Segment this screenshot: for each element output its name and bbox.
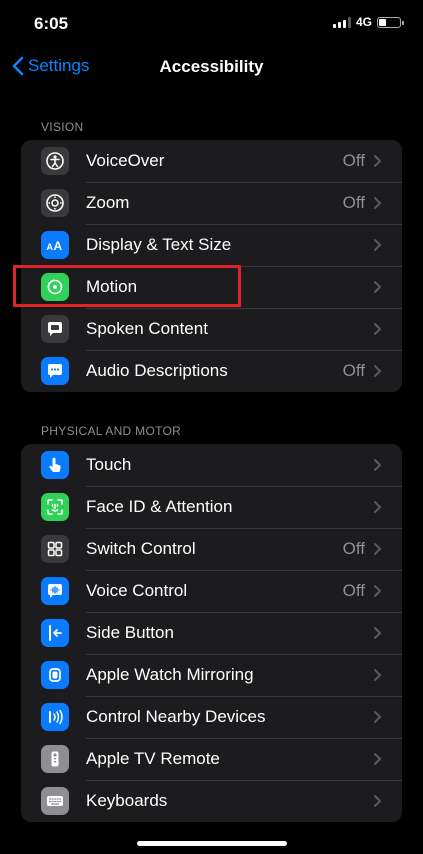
speech-bubble-icon [41,315,69,343]
highlight-box [13,265,241,307]
chevron-right-icon [374,365,381,377]
row-display-text-size[interactable]: AA Display & Text Size [21,224,402,266]
chevron-right-icon [374,627,381,639]
navigation-bar: Settings Accessibility [0,50,423,86]
row-voiceover[interactable]: VoiceOver Off [21,140,402,182]
svg-text:A: A [47,242,54,252]
row-zoom[interactable]: Zoom Off [21,182,402,224]
row-label: Zoom [86,193,130,212]
chevron-right-icon [374,155,381,167]
chevron-right-icon [374,711,381,723]
row-value: Off [342,361,365,380]
row-label: Apple TV Remote [86,749,220,768]
row-label: Keyboards [86,791,168,810]
row-value: Off [342,539,365,558]
row-label: Side Button [86,623,174,642]
row-touch[interactable]: Touch [21,444,402,486]
battery-icon [377,16,404,28]
chevron-right-icon [374,753,381,765]
row-keyboards[interactable]: Keyboards [21,780,402,822]
status-bar: 6:05 4G [0,0,423,44]
row-label: Voice Control [86,581,188,600]
face-id-icon [41,493,69,521]
status-indicators: 4G [332,15,404,29]
chevron-right-icon [374,197,381,209]
side-button-icon [41,619,69,647]
chevron-right-icon [374,281,381,293]
chevron-right-icon [374,459,381,471]
row-control-nearby-devices[interactable]: Control Nearby Devices [21,696,402,738]
physical-group: Touch Face ID & Attention Switch Control… [21,444,402,822]
row-label: Control Nearby Devices [86,707,266,726]
hand-pointer-icon [41,451,69,479]
chevron-right-icon [374,239,381,251]
chevron-right-icon [374,323,381,335]
row-spoken-content[interactable]: Spoken Content [21,308,402,350]
text-size-icon: AA [41,231,69,259]
audio-description-icon [41,357,69,385]
row-label: Display & Text Size [86,235,232,254]
row-value: Off [342,193,365,212]
remote-icon [41,745,69,773]
row-label: Apple Watch Mirroring [86,665,254,684]
network-label: 4G [355,15,372,29]
row-label: Switch Control [86,539,196,558]
row-face-id[interactable]: Face ID & Attention [21,486,402,528]
chevron-right-icon [374,543,381,555]
row-audio-descriptions[interactable]: Audio Descriptions Off [21,350,402,392]
row-label: Face ID & Attention [86,497,233,516]
nearby-devices-icon [41,703,69,731]
zoom-icon [41,189,69,217]
svg-text:A: A [54,239,63,253]
chevron-right-icon [374,669,381,681]
signal-icon [332,16,351,28]
row-switch-control[interactable]: Switch Control Off [21,528,402,570]
keyboard-icon [41,787,69,815]
chevron-right-icon [374,795,381,807]
row-value: Off [342,151,365,170]
voiceover-icon [41,147,69,175]
row-apple-tv-remote[interactable]: Apple TV Remote [21,738,402,780]
row-label: Spoken Content [86,319,208,338]
section-header-vision: VISION [41,120,84,134]
voice-control-icon [41,577,69,605]
row-voice-control[interactable]: Voice Control Off [21,570,402,612]
row-value: Off [342,581,365,600]
home-indicator[interactable] [137,841,287,846]
status-time: 6:05 [34,14,69,33]
chevron-right-icon [374,501,381,513]
row-apple-watch-mirroring[interactable]: Apple Watch Mirroring [21,654,402,696]
row-label: VoiceOver [86,151,165,170]
page-title: Accessibility [159,57,264,76]
watch-icon [41,661,69,689]
grid-icon [41,535,69,563]
row-side-button[interactable]: Side Button [21,612,402,654]
chevron-right-icon [374,585,381,597]
section-header-physical: PHYSICAL AND MOTOR [41,424,182,438]
row-label: Touch [86,455,132,474]
row-label: Audio Descriptions [86,361,228,380]
